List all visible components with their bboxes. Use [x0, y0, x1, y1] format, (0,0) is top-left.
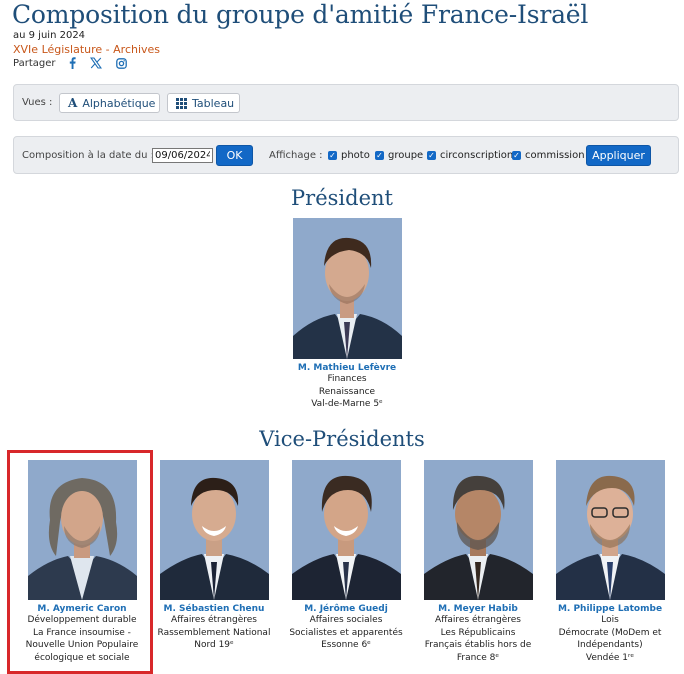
views-panel: Vues : A Alphabétique Tableau	[13, 84, 679, 121]
member-constituency: Français établis hors de France 8ᵉ	[424, 640, 532, 663]
groupe-checkbox[interactable]: ✓ groupe	[375, 150, 423, 161]
commission-checkbox[interactable]: ✓ commission	[512, 150, 585, 161]
member-commission: Développement durable	[27, 615, 137, 625]
photo-checkbox-label: photo	[341, 150, 370, 161]
member-name[interactable]: M. Aymeric Caron	[20, 604, 144, 614]
member-commission: Affaires sociales	[309, 615, 383, 625]
president-heading: Président	[291, 186, 393, 210]
member-group: La France insoumise - Nouvelle Union Pop…	[25, 627, 139, 663]
checkbox-checked-icon: ✓	[427, 151, 436, 160]
instagram-icon[interactable]	[116, 57, 128, 69]
date-subtitle: au 9 juin 2024	[13, 30, 86, 41]
member-card[interactable]: M. Sébastien Chenu Affaires étrangères R…	[152, 460, 276, 652]
table-icon	[176, 97, 187, 109]
member-group: Démocrate (MoDem et Indépendants)	[558, 627, 662, 651]
table-view-button[interactable]: Tableau	[167, 93, 240, 113]
vice-presidents-heading: Vice-Présidents	[259, 427, 425, 451]
display-label: Affichage :	[269, 150, 323, 161]
composition-panel: Composition à la date du : OK Affichage …	[13, 136, 679, 174]
composition-date-input[interactable]	[152, 148, 213, 163]
member-commission: Affaires étrangères	[171, 615, 257, 625]
member-photo[interactable]	[423, 460, 533, 600]
member-photo[interactable]	[291, 460, 401, 600]
member-name[interactable]: M. Mathieu Lefèvre	[262, 363, 432, 373]
member-group: Rassemblement National	[157, 627, 271, 638]
share-label: Partager	[13, 57, 56, 69]
facebook-icon[interactable]	[69, 57, 77, 69]
member-commission: Affaires étrangères	[435, 615, 521, 625]
member-group: Socialistes et apparentés	[289, 627, 403, 638]
checkbox-checked-icon: ✓	[328, 151, 337, 160]
share-row: Partager	[13, 57, 128, 69]
table-view-label: Tableau	[192, 96, 235, 110]
circonscription-checkbox-label: circonscription	[440, 150, 514, 161]
member-name[interactable]: M. Jérôme Guedj	[284, 604, 408, 614]
checkbox-checked-icon: ✓	[375, 151, 384, 160]
member-photo[interactable]	[27, 460, 137, 600]
legislature-link[interactable]: XVIe Législature - Archives	[13, 43, 160, 56]
alphabetic-view-button[interactable]: A Alphabétique	[59, 93, 160, 113]
circonscription-checkbox[interactable]: ✓ circonscription	[427, 150, 513, 161]
member-commission: Finances	[327, 374, 367, 384]
member-commission: Lois	[601, 615, 619, 625]
photo-checkbox[interactable]: ✓ photo	[328, 150, 370, 161]
member-card[interactable]: M. Jérôme Guedj Affaires sociales Social…	[284, 460, 408, 652]
member-name[interactable]: M. Sébastien Chenu	[152, 604, 276, 614]
ok-button[interactable]: OK	[216, 145, 253, 166]
member-name[interactable]: M. Philippe Latombe	[548, 604, 672, 614]
member-constituency: Vendée 1ʳᵉ	[585, 652, 635, 663]
page-title: Composition du groupe d'amitié France-Is…	[12, 0, 589, 29]
alphabetic-view-label: Alphabétique	[82, 96, 156, 110]
checkbox-checked-icon: ✓	[512, 151, 521, 160]
member-card[interactable]: M. Meyer Habib Affaires étrangères Les R…	[416, 460, 540, 664]
x-icon[interactable]	[90, 57, 103, 69]
member-name[interactable]: M. Meyer Habib	[416, 604, 540, 614]
member-card[interactable]: M. Mathieu Lefèvre Finances Renaissance …	[262, 218, 432, 411]
member-group: Les Républicains	[440, 627, 516, 638]
member-photo[interactable]	[555, 460, 665, 600]
groupe-checkbox-label: groupe	[388, 150, 424, 161]
member-photo[interactable]	[159, 460, 269, 600]
member-card[interactable]: M. Aymeric Caron Développement durable L…	[20, 460, 144, 664]
views-label: Vues :	[22, 97, 53, 108]
member-constituency: Essonne 6ᵉ	[321, 640, 371, 650]
composition-date-label: Composition à la date du :	[22, 150, 154, 161]
alphabetic-icon: A	[68, 96, 78, 110]
member-constituency: Nord 19ᵉ	[194, 640, 234, 650]
member-constituency: Val-de-Marne 5ᵉ	[311, 399, 383, 409]
member-group: Renaissance	[318, 386, 376, 397]
apply-button[interactable]: Appliquer	[586, 145, 651, 166]
member-card[interactable]: M. Philippe Latombe Lois Démocrate (MoDe…	[548, 460, 672, 664]
commission-checkbox-label: commission	[525, 150, 585, 161]
member-photo[interactable]	[292, 218, 402, 359]
